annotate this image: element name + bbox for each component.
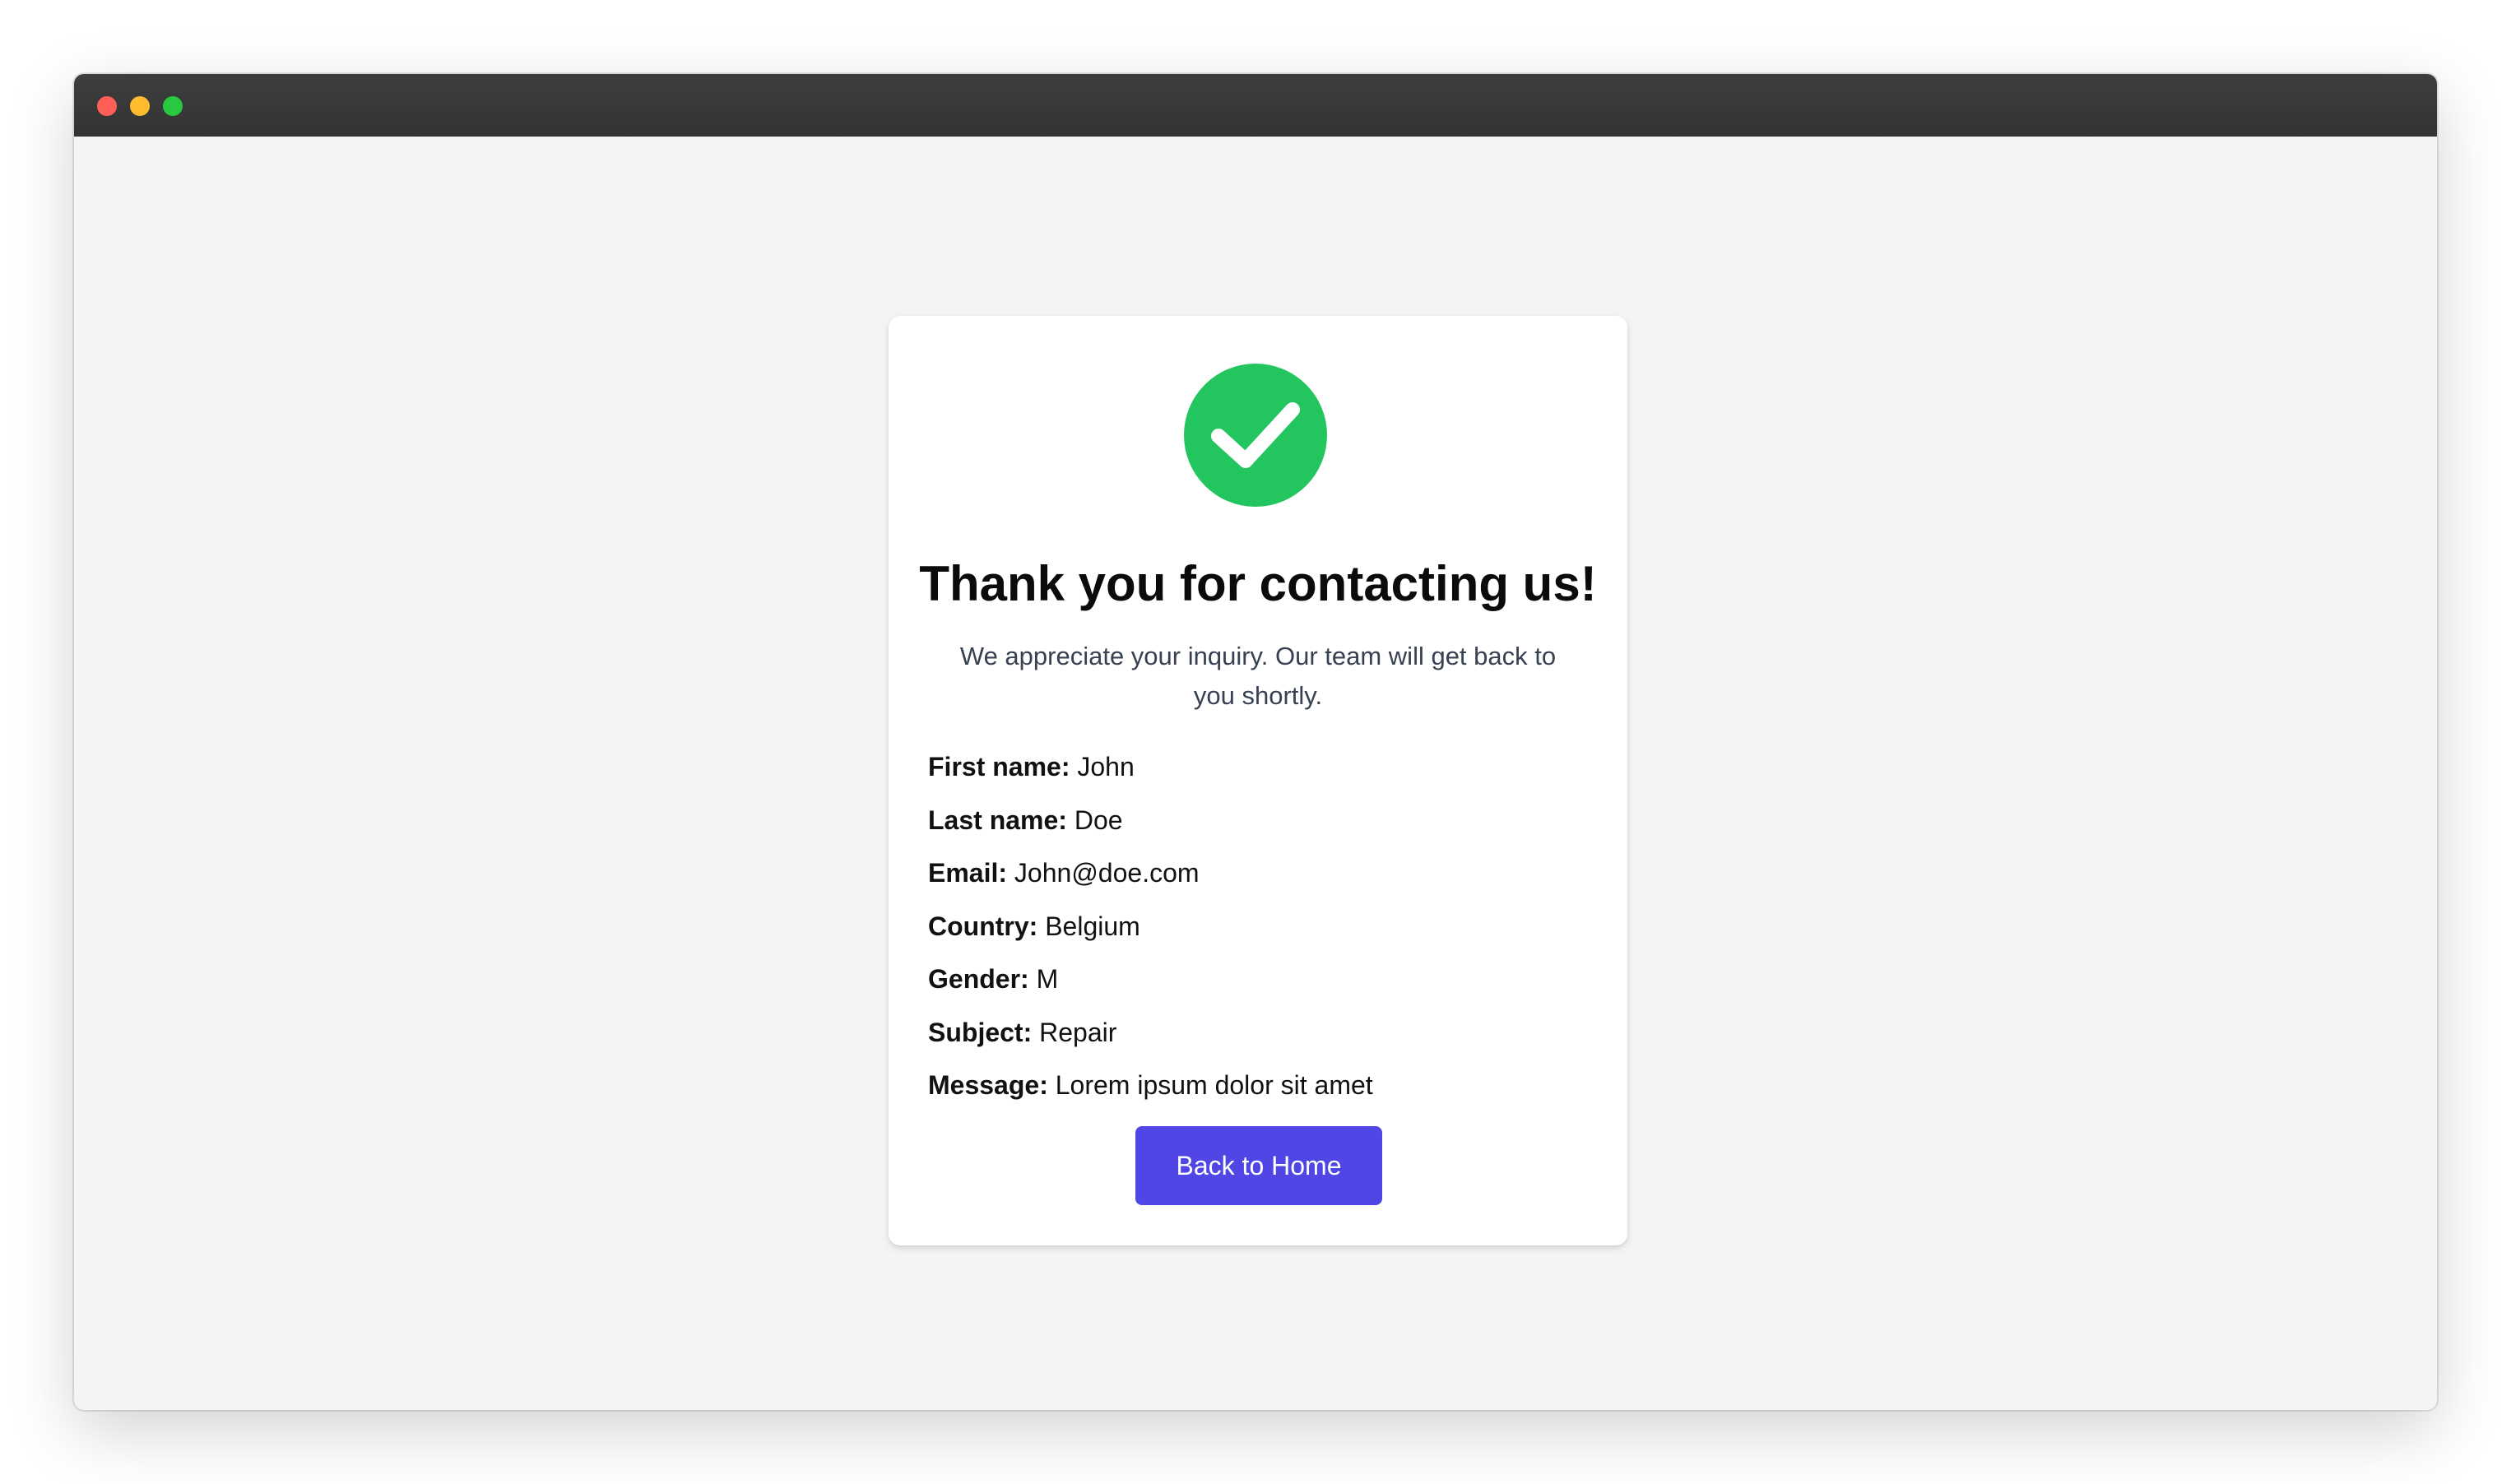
detail-message: Message: Lorem ipsum dolor sit amet [928,1069,1594,1101]
detail-email: Email: John@doe.com [928,856,1594,889]
back-to-home-button[interactable]: Back to Home [1135,1126,1382,1205]
detail-label: Country: [928,911,1038,941]
window-titlebar [74,74,2437,137]
detail-label: Message: [928,1070,1048,1100]
submitted-details-list: First name: John Last name: Doe Email: J… [928,750,1594,1122]
page-title: Thank you for contacting us! [919,556,1597,611]
detail-country: Country: Belgium [928,910,1594,943]
detail-gender: Gender: M [928,962,1594,995]
minimize-window-button[interactable] [130,96,150,116]
detail-subject: Subject: Repair [928,1016,1594,1049]
confirmation-message: We appreciate your inquiry. Our team wil… [959,642,1557,710]
detail-value: John [1077,752,1135,781]
confirmation-card: Thank you for contacting us! We apprecia… [889,316,1627,1245]
detail-value: Doe [1074,805,1123,835]
page-content: Thank you for contacting us! We apprecia… [74,137,2437,1410]
detail-value: Repair [1039,1017,1117,1047]
detail-label: First name: [928,752,1070,781]
detail-first-name: First name: John [928,750,1594,783]
detail-value: M [1036,964,1059,994]
detail-value: Lorem ipsum dolor sit amet [1055,1070,1373,1100]
detail-value: John@doe.com [1014,858,1200,888]
detail-label: Gender: [928,964,1029,994]
detail-label: Subject: [928,1017,1033,1047]
zoom-window-button[interactable] [163,96,183,116]
detail-label: Email: [928,858,1008,888]
check-circle-icon [1184,364,1327,507]
detail-last-name: Last name: Doe [928,804,1594,837]
browser-window: Thank you for contacting us! We apprecia… [74,74,2437,1410]
detail-value: Belgium [1045,911,1140,941]
detail-label: Last name: [928,805,1067,835]
close-window-button[interactable] [97,96,117,116]
